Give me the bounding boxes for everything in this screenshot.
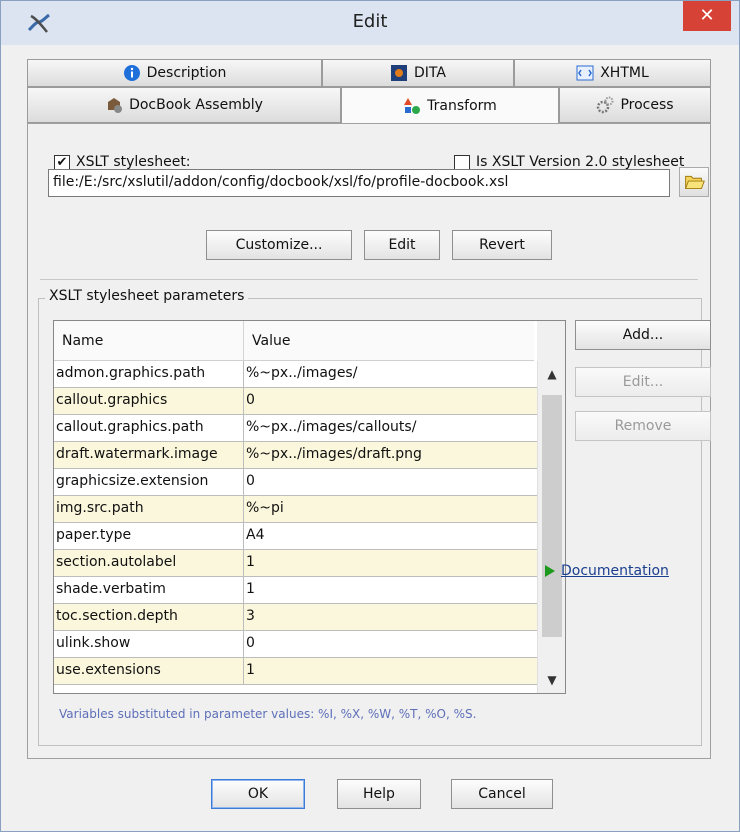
cancel-button[interactable]: Cancel (451, 779, 553, 809)
tab-dita[interactable]: DITA (322, 59, 514, 87)
table-row[interactable]: draft.watermark.image %~px../images/draft… (54, 442, 537, 469)
divider (40, 279, 698, 280)
play-arrow-icon (545, 565, 555, 577)
tab-transform[interactable]: Transform (341, 87, 559, 123)
browse-folder-button[interactable] (679, 167, 709, 197)
param-name: callout.graphics (54, 388, 244, 415)
param-name: shade.verbatim (54, 577, 244, 604)
scrollbar-thumb[interactable] (542, 395, 562, 637)
add-parameter-button[interactable]: Add... (575, 320, 711, 350)
tab-label: XHTML (600, 65, 649, 81)
scroll-up-icon[interactable]: ▲ (538, 363, 565, 385)
column-header-name[interactable]: Name (62, 333, 103, 349)
transform-icon (404, 97, 421, 114)
param-value: %~px../images/callouts/ (246, 419, 417, 435)
revert-button[interactable]: Revert (452, 230, 552, 260)
table-row[interactable]: graphicsize.extension 0 (54, 469, 537, 496)
param-name: callout.graphics.path (54, 415, 244, 442)
param-name: toc.section.depth (54, 604, 244, 631)
tab-label: Process (620, 97, 674, 113)
param-value: %~px../images/draft.png (246, 446, 422, 462)
param-value: 1 (246, 662, 255, 678)
param-name: graphicsize.extension (54, 469, 244, 496)
param-value: 0 (246, 635, 255, 651)
tab-label: DocBook Assembly (129, 97, 263, 113)
param-value: A4 (246, 527, 265, 543)
parameters-groupbox: XSLT stylesheet parameters Name Value ad… (38, 288, 711, 746)
check-icon: ✔ (56, 155, 68, 170)
dialog-footer: OK Help Cancel (1, 759, 739, 831)
edit-stylesheet-button[interactable]: Edit (364, 230, 440, 260)
param-value: %~px../images/ (246, 365, 358, 381)
edit-dialog: Edit ✕ Description DITA XHTML DocBook As… (0, 0, 740, 832)
window-title: Edit (352, 11, 388, 32)
table-row[interactable]: callout.graphics 0 (54, 388, 537, 415)
gears-icon (597, 96, 614, 114)
transform-panel: ✔ XSLT stylesheet: Is XSLT Version 2.0 s… (27, 123, 711, 759)
param-value: 0 (246, 392, 255, 408)
xslt2-label[interactable]: Is XSLT Version 2.0 stylesheet (476, 154, 684, 170)
table-row[interactable]: shade.verbatim 1 (54, 577, 537, 604)
param-value: 1 (246, 554, 255, 570)
tab-process[interactable]: Process (559, 87, 711, 123)
param-name: img.src.path (54, 496, 244, 523)
table-row[interactable]: img.src.path %~pi (54, 496, 537, 523)
table-row[interactable]: paper.type A4 (54, 523, 537, 550)
tab-docbook-assembly[interactable]: DocBook Assembly (27, 87, 341, 123)
docbook-assembly-icon (108, 98, 123, 113)
param-value: 1 (246, 581, 255, 597)
param-value: %~pi (246, 500, 284, 516)
table-row[interactable]: callout.graphics.path %~px../images/callo… (54, 415, 537, 442)
tab-label: DITA (414, 65, 446, 81)
param-name: use.extensions (54, 658, 244, 685)
scroll-down-icon[interactable]: ▼ (538, 669, 565, 691)
tab-label: Transform (427, 97, 497, 114)
column-header-value[interactable]: Value (252, 333, 290, 349)
documentation-link[interactable]: Documentation (561, 563, 669, 579)
table-row[interactable]: toc.section.depth 3 (54, 604, 537, 631)
remove-parameter-button[interactable]: Remove (575, 411, 711, 441)
dita-icon (391, 65, 408, 81)
group-title: XSLT stylesheet parameters (45, 288, 249, 304)
param-value: 3 (246, 608, 255, 624)
help-button[interactable]: Help (337, 779, 421, 809)
xhtml-icon (576, 65, 594, 81)
table-body: admon.graphics.path %~px../images/ callou… (54, 361, 537, 685)
table-header: Name Value (54, 321, 534, 361)
param-name: paper.type (54, 523, 244, 550)
table-row[interactable]: use.extensions 1 (54, 658, 537, 685)
param-value: 0 (246, 473, 255, 489)
column-divider (243, 321, 244, 361)
close-icon: ✕ (699, 5, 715, 26)
ok-button[interactable]: OK (211, 779, 305, 809)
customize-button[interactable]: Customize... (206, 230, 352, 260)
variables-note: Variables substituted in parameter value… (59, 707, 477, 721)
table-row[interactable]: admon.graphics.path %~px../images/ (54, 361, 537, 388)
param-name: admon.graphics.path (54, 361, 244, 388)
table-corner (537, 321, 565, 361)
param-name: draft.watermark.image (54, 442, 244, 469)
stylesheet-path-input[interactable]: file:/E:/src/xslutil/addon/config/docboo… (48, 169, 670, 197)
tab-xhtml[interactable]: XHTML (514, 59, 711, 87)
edit-parameter-button[interactable]: Edit... (575, 367, 711, 397)
param-name: ulink.show (54, 631, 244, 658)
table-vertical-scrollbar[interactable]: ▲ ▼ (537, 361, 565, 693)
close-button[interactable]: ✕ (683, 1, 731, 31)
title-bar: Edit ✕ (1, 1, 739, 45)
tab-label: Description (146, 65, 227, 81)
info-icon (123, 65, 140, 81)
tab-strip: Description DITA XHTML DocBook Assembly (27, 59, 711, 123)
table-row[interactable]: section.autolabel 1 (54, 550, 537, 577)
folder-icon (684, 175, 705, 189)
tab-description[interactable]: Description (27, 59, 322, 87)
parameters-table: Name Value admon.graphics.path %~px../ima… (53, 320, 566, 694)
table-row[interactable]: ulink.show 0 (54, 631, 537, 658)
param-name: section.autolabel (54, 550, 244, 577)
